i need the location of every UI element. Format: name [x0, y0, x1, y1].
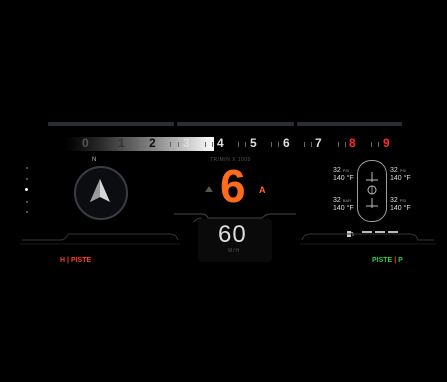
compass-north-label: N — [92, 157, 97, 163]
tach-tick — [378, 142, 379, 147]
tachometer: 0 1 2 3 4 5 6 7 8 9 — [48, 136, 400, 151]
page-indicator-dot-active[interactable] — [25, 188, 28, 191]
tach-tick — [178, 142, 179, 147]
separator-left — [48, 122, 174, 126]
right-panel-border — [300, 233, 436, 245]
left-mode-divider: | — [67, 257, 69, 264]
tire-front-right: 32 PSI 140 °F — [390, 167, 411, 183]
left-drive-mode-label: H | PISTE — [60, 257, 91, 264]
tire-pressure-unit: PSI — [342, 168, 350, 173]
tach-tick — [212, 142, 213, 147]
right-drive-mode-label: PISTE | P — [372, 257, 403, 264]
tach-tick — [304, 142, 305, 147]
tach-number-1: 1 — [118, 136, 125, 150]
speed-value: 60 — [218, 221, 247, 248]
separator-center — [177, 122, 294, 126]
shift-up-indicator-icon — [205, 186, 213, 192]
tire-temperature: 140 °F — [390, 175, 411, 182]
tach-tick — [311, 142, 312, 147]
tach-number-7: 7 — [315, 136, 322, 150]
tire-pressure-value: 32 — [333, 197, 341, 204]
page-indicator-dot[interactable] — [26, 167, 28, 169]
left-mode-prefix: H — [60, 257, 66, 264]
tire-pressure-value: 32 — [390, 197, 398, 204]
tach-tick — [371, 142, 372, 147]
gear-mode-indicator: A — [259, 185, 266, 195]
right-mode-text: PISTE — [372, 257, 393, 264]
tach-tick — [271, 142, 272, 147]
tach-number-0: 0 — [82, 136, 89, 150]
page-indicator-dot[interactable] — [26, 178, 28, 180]
left-mode-text: PISTE — [70, 257, 92, 264]
tire-pressure-unit: PSI — [399, 168, 407, 173]
tach-tick — [245, 142, 246, 147]
tach-tick — [338, 142, 339, 147]
tach-number-2: 2 — [149, 136, 156, 150]
tire-rear-right: 32 PSI 140 °F — [390, 197, 411, 213]
left-panel-border — [20, 233, 180, 245]
tach-tick — [345, 142, 346, 147]
right-mode-divider: | — [394, 257, 397, 264]
tach-tick — [205, 142, 206, 147]
tire-pressure-unit: PSI — [399, 198, 407, 203]
tach-number-6: 6 — [283, 136, 290, 150]
tach-number-8: 8 — [349, 136, 356, 150]
tire-pressure-unit: BAR — [342, 198, 351, 203]
tire-pressure-value: 32 — [333, 167, 341, 174]
tach-tick — [278, 142, 279, 147]
tire-rear-left: 32 BAR 140 °F — [333, 197, 354, 213]
car-top-view-icon — [366, 172, 378, 208]
tire-pressure-value: 32 — [390, 167, 398, 174]
tach-tick — [170, 142, 171, 147]
page-indicator-dot[interactable] — [26, 201, 28, 203]
navigation-arrow-icon — [90, 179, 110, 202]
gear-indicator: 6 — [220, 160, 246, 212]
tire-temperature: 140 °F — [333, 205, 354, 212]
tach-tick — [238, 142, 239, 147]
page-indicator-dot[interactable] — [26, 211, 28, 213]
tach-number-5: 5 — [250, 136, 257, 150]
tire-front-left: 32 PSI 140 °F — [333, 167, 354, 183]
separator-right — [297, 122, 402, 126]
tire-temperature: 140 °F — [333, 175, 354, 182]
right-mode-suffix: P — [398, 257, 403, 264]
tach-number-3: 3 — [183, 136, 190, 150]
speed-unit: M/H — [228, 248, 241, 254]
tire-temperature: 140 °F — [390, 205, 411, 212]
tach-number-4: 4 — [217, 136, 224, 150]
tach-number-9: 9 — [383, 136, 390, 150]
